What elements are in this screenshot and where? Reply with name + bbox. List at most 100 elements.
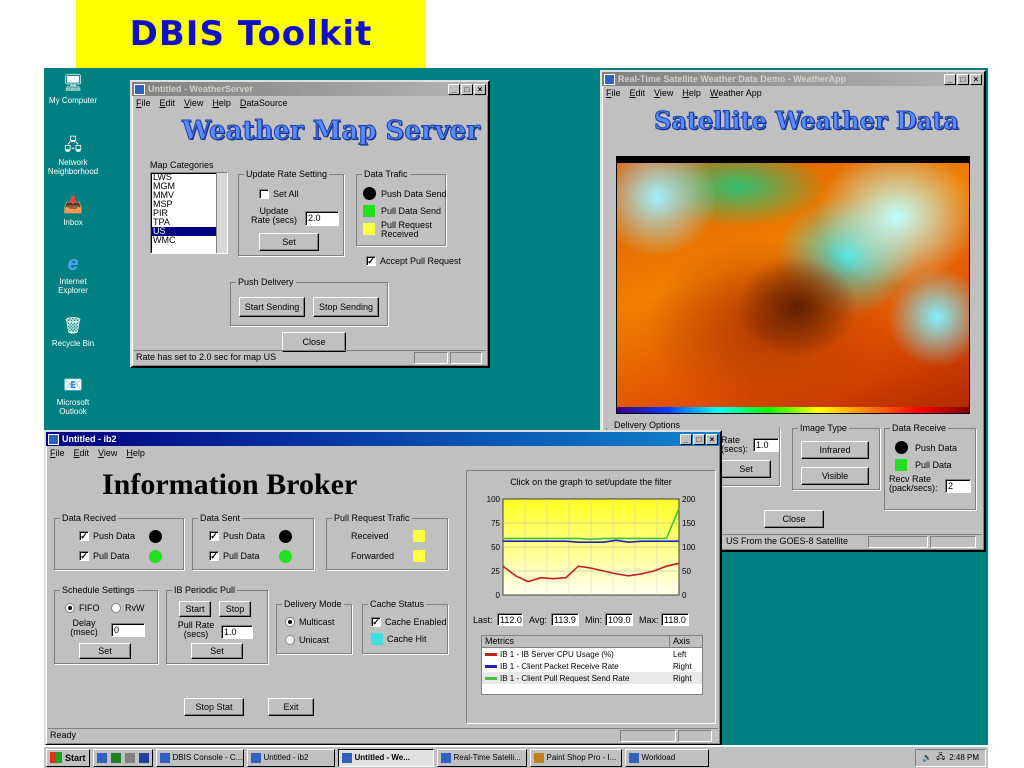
- pull-request-group: Pull Request Trafic Received Forwarded: [326, 513, 448, 570]
- multicast-radio[interactable]: [285, 617, 295, 627]
- table-row[interactable]: IB 1 - IB Server CPU Usage (%) Left: [482, 648, 702, 660]
- maximize-button[interactable]: □: [461, 83, 473, 95]
- left-tick-label: 75: [491, 519, 500, 528]
- recv-rate-input[interactable]: 2: [945, 479, 971, 493]
- exit-button[interactable]: Exit: [268, 698, 314, 716]
- taskbar-item-weatherapp[interactable]: Real-Time Satelli...: [436, 748, 527, 767]
- close-icon[interactable]: ×: [706, 433, 718, 445]
- avg-value: 113.9: [551, 613, 579, 626]
- start-sending-button[interactable]: Start Sending: [239, 297, 305, 317]
- desktop-icon-outlook[interactable]: 📧 Microsoft Outlook: [44, 374, 102, 416]
- page-title: Weather Map Server: [182, 116, 481, 147]
- metrics-table: Metrics Axis IB 1 - IB Server CPU Usage …: [481, 635, 703, 695]
- pull-data-checkbox[interactable]: ✓: [79, 551, 89, 561]
- rw-radio[interactable]: [111, 603, 121, 613]
- taskbar-item-weatherserver[interactable]: Untitled - We...: [337, 748, 434, 767]
- page-title: Satellite Weather Data: [654, 106, 960, 136]
- taskbar-item-ib2[interactable]: Untitled - ib2: [246, 748, 335, 767]
- menu-view[interactable]: View: [184, 98, 203, 108]
- map-categories-list[interactable]: LWS MGM MMV MSP PIR TPA US WMC: [150, 172, 228, 254]
- table-row[interactable]: IB 1 - Client Packet Receive Rate Right: [482, 660, 702, 672]
- minimize-button[interactable]: _: [944, 73, 956, 85]
- taskbar-item-dbis-console[interactable]: DBIS Console - C...: [155, 748, 244, 767]
- weather-server-titlebar[interactable]: Untitled - WeatherServer _ □ ×: [132, 82, 488, 96]
- metric-axis: Right: [673, 673, 692, 683]
- metric-axis: Left: [673, 649, 687, 659]
- network-tray-icon[interactable]: 🖧: [936, 751, 945, 765]
- periodic-set-button[interactable]: Set: [191, 643, 243, 659]
- maximize-button[interactable]: □: [957, 73, 969, 85]
- push-send-indicator: [363, 187, 376, 200]
- menu-edit[interactable]: Edit: [160, 98, 176, 108]
- menu-edit[interactable]: Edit: [630, 88, 646, 98]
- menu-file[interactable]: File: [50, 448, 65, 458]
- menu-view[interactable]: View: [654, 88, 673, 98]
- left-tick-label: 50: [491, 543, 500, 552]
- right-tick-label: 200: [682, 495, 696, 504]
- maximize-button[interactable]: □: [693, 433, 705, 445]
- menu-file[interactable]: File: [136, 98, 151, 108]
- close-button[interactable]: Close: [764, 510, 824, 528]
- desktop-icon-ie[interactable]: e Internet Explorer: [44, 253, 102, 296]
- update-rate-input[interactable]: 2.0: [305, 211, 339, 226]
- close-button[interactable]: Close: [282, 332, 346, 352]
- set-button[interactable]: Set: [259, 233, 319, 251]
- minimize-button[interactable]: _: [680, 433, 692, 445]
- menu-weather-app[interactable]: Weather App: [710, 88, 762, 98]
- close-icon[interactable]: ×: [970, 73, 982, 85]
- set-all-checkbox[interactable]: [259, 189, 269, 199]
- clock[interactable]: 2:48 PM: [949, 753, 979, 762]
- app-icon: [604, 73, 615, 85]
- stop-button[interactable]: Stop: [219, 601, 251, 617]
- list-scrollbar[interactable]: [216, 173, 227, 253]
- desktop-shortcut-icon[interactable]: [96, 752, 107, 763]
- metric-axis: Right: [673, 661, 692, 671]
- menu-file[interactable]: File: [606, 88, 621, 98]
- desktop-icon-network[interactable]: 🖧 Network Neighborhood: [44, 134, 102, 176]
- app-icon: [250, 752, 261, 763]
- infrared-button[interactable]: Infrared: [801, 441, 869, 459]
- visible-button[interactable]: Visible: [801, 467, 869, 485]
- folder-shortcut-icon[interactable]: [124, 752, 135, 763]
- desktop-icon-my-computer[interactable]: 🖥 My Computer: [44, 72, 102, 105]
- menu-help[interactable]: Help: [212, 98, 231, 108]
- push-data-checkbox[interactable]: ✓: [79, 531, 89, 541]
- explorer-shortcut-icon[interactable]: [110, 752, 121, 763]
- table-row[interactable]: IB 1 - Client Pull Request Send Rate Righ…: [482, 672, 702, 684]
- taskbar-item-workload[interactable]: Workload: [624, 748, 709, 767]
- menu-help[interactable]: Help: [126, 448, 145, 458]
- set-button[interactable]: Set: [721, 460, 771, 478]
- cache-status-group: Cache Status ✓ Cache Enabled Cache Hit: [362, 599, 448, 654]
- start-button[interactable]: Start: [46, 748, 90, 767]
- accept-pull-checkbox[interactable]: ✓: [366, 256, 376, 266]
- app-shortcut-icon[interactable]: [138, 752, 149, 763]
- sent-pull-data-checkbox[interactable]: ✓: [209, 551, 219, 561]
- push-data-indicator: [895, 441, 908, 454]
- weather-app-titlebar[interactable]: Real-Time Satellite Weather Data Demo - …: [602, 72, 984, 86]
- stop-stat-button[interactable]: Stop Stat: [184, 698, 244, 716]
- menu-edit[interactable]: Edit: [74, 448, 90, 458]
- stop-sending-button[interactable]: Stop Sending: [313, 297, 379, 317]
- unicast-radio[interactable]: [285, 635, 295, 645]
- desktop-icon-recycle[interactable]: 🗑 Recycle Bin: [44, 315, 102, 348]
- menu-bar: File Edit View Help Weather App: [602, 86, 984, 100]
- schedule-set-button[interactable]: Set: [79, 643, 131, 659]
- fifo-radio[interactable]: [65, 603, 75, 613]
- pull-rate-input[interactable]: 1.0: [221, 625, 253, 639]
- minimize-button[interactable]: _: [448, 83, 460, 95]
- broker-titlebar[interactable]: Untitled - ib2 _ □ ×: [46, 432, 720, 446]
- desktop-icon-inbox[interactable]: 📥 Inbox: [44, 194, 102, 227]
- speaker-icon[interactable]: 🔈: [922, 753, 932, 762]
- cache-enabled-checkbox[interactable]: ✓: [371, 617, 381, 627]
- rate-input[interactable]: 1.0: [753, 438, 779, 452]
- inbox-icon: 📥: [63, 196, 83, 214]
- start-button[interactable]: Start: [179, 601, 211, 617]
- close-icon[interactable]: ×: [474, 83, 486, 95]
- delay-input[interactable]: 0: [111, 623, 145, 637]
- graph-chart[interactable]: 100 200 75 150 50 100 25 50 0 0: [473, 493, 705, 605]
- sent-push-data-checkbox[interactable]: ✓: [209, 531, 219, 541]
- menu-help[interactable]: Help: [682, 88, 701, 98]
- menu-view[interactable]: View: [98, 448, 117, 458]
- taskbar-item-paint-shop[interactable]: Paint Shop Pro - I...: [529, 748, 622, 767]
- menu-datasource[interactable]: DataSource: [240, 98, 288, 108]
